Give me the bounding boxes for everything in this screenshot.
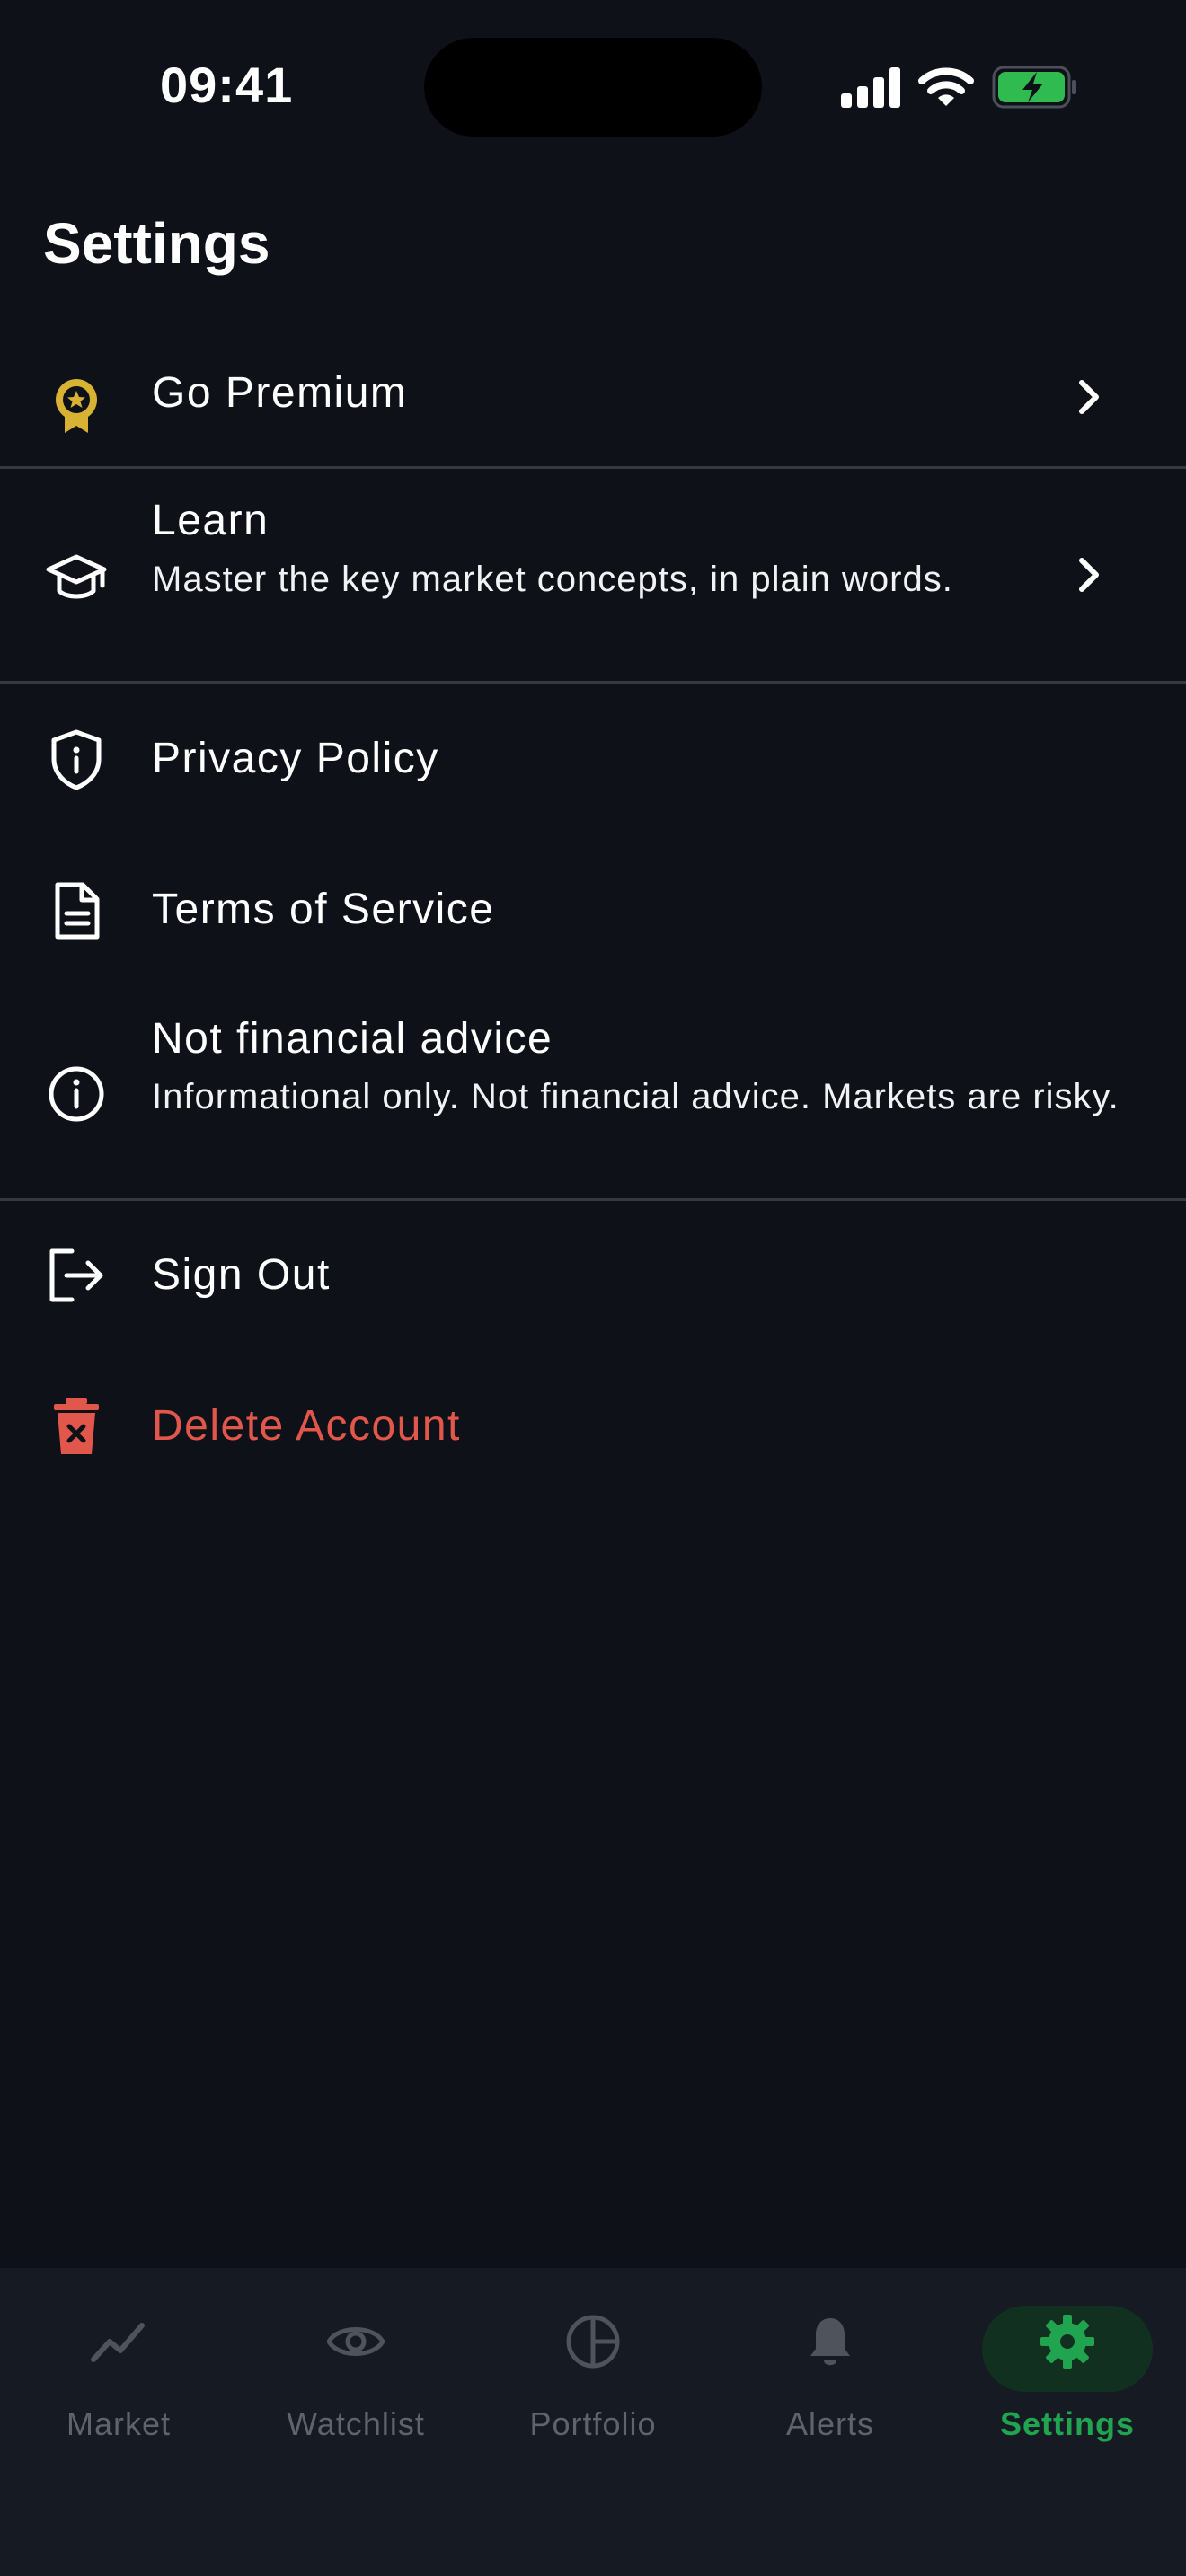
sign-out-label: Sign Out — [152, 1251, 331, 1299]
not-financial-advice-label: Not financial advice — [152, 1015, 553, 1063]
tab-bar: Market Watchlist Portfolio Alerts Settin… — [0, 2268, 1186, 2576]
graduation-cap-icon — [45, 546, 108, 609]
dynamic-island — [424, 38, 762, 137]
award-badge-icon — [45, 375, 108, 438]
learn-subtitle: Master the key market concepts, in plain… — [152, 560, 953, 599]
tab-portfolio-label: Portfolio — [529, 2405, 657, 2442]
battery-charging-icon — [992, 66, 1076, 109]
tab-alerts-label: Alerts — [785, 2405, 875, 2442]
cellular-signal-icon — [841, 67, 900, 108]
settings-screen: 09:41 Settings Go Premium Learn Master t… — [0, 0, 1186, 2576]
chevron-right-icon — [1079, 380, 1099, 414]
terms-of-service-row[interactable]: Terms of Service — [0, 834, 1186, 985]
learn-row[interactable]: Learn Master the key market concepts, in… — [0, 469, 1186, 681]
tab-market[interactable]: Market — [0, 2268, 237, 2501]
sign-out-row[interactable]: Sign Out — [0, 1201, 1186, 1352]
pie-chart-icon — [564, 2313, 622, 2370]
not-financial-advice-subtitle: Informational only. Not financial advice… — [152, 1077, 1120, 1116]
tab-watchlist-label: Watchlist — [287, 2405, 425, 2442]
document-icon — [45, 879, 108, 942]
tab-settings-label: Settings — [999, 2405, 1135, 2442]
go-premium-label: Go Premium — [152, 369, 408, 417]
go-premium-row[interactable]: Go Premium — [0, 348, 1186, 467]
shield-info-icon — [45, 728, 108, 791]
page-title: Settings — [43, 211, 270, 276]
delete-account-label: Delete Account — [152, 1402, 461, 1450]
terms-of-service-label: Terms of Service — [152, 886, 495, 933]
tab-watchlist[interactable]: Watchlist — [237, 2268, 474, 2501]
delete-account-row[interactable]: Delete Account — [0, 1352, 1186, 1503]
info-circle-icon — [45, 1063, 108, 1125]
eye-icon — [327, 2313, 385, 2370]
tab-settings[interactable]: Settings — [949, 2268, 1186, 2501]
privacy-policy-row[interactable]: Privacy Policy — [0, 684, 1186, 834]
trash-icon — [45, 1395, 108, 1458]
chevron-right-icon — [1079, 558, 1099, 592]
bell-icon — [801, 2313, 859, 2370]
privacy-policy-label: Privacy Policy — [152, 735, 439, 782]
sign-out-icon — [45, 1244, 108, 1307]
gear-icon — [1039, 2313, 1096, 2370]
trend-line-icon — [90, 2313, 147, 2370]
not-financial-advice-row: Not financial advice Informational only.… — [0, 985, 1186, 1199]
tab-market-label: Market — [66, 2405, 172, 2442]
tab-alerts[interactable]: Alerts — [712, 2268, 949, 2501]
tab-portfolio[interactable]: Portfolio — [474, 2268, 712, 2501]
status-time: 09:41 — [160, 57, 294, 113]
learn-label: Learn — [152, 497, 270, 544]
wifi-icon — [918, 67, 974, 106]
